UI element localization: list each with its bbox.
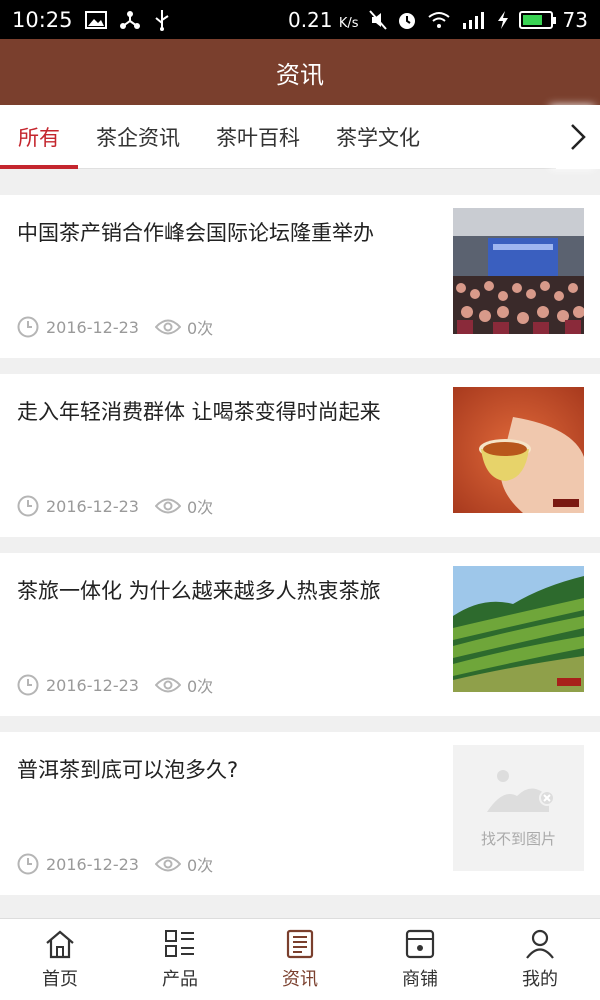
share-icon <box>119 10 140 29</box>
product-grid-icon <box>165 929 194 957</box>
tab-label: 所有 <box>18 125 60 150</box>
news-meta: 2016-12-23 0次 <box>17 852 213 876</box>
news-date: 2016-12-23 <box>46 854 139 874</box>
alarm-icon <box>398 12 415 29</box>
news-list: 中国茶产销合作峰会国际论坛隆重举办 2016-12-23 0次 走入年轻消费群体… <box>0 195 600 911</box>
news-item[interactable]: 茶旅一体化 为什么越来越多人热衷茶旅 2016-12-23 0次 <box>0 553 600 716</box>
news-meta: 2016-12-23 0次 <box>17 315 213 339</box>
nav-label: 资讯 <box>282 968 318 990</box>
wifi-icon <box>427 11 450 28</box>
eye-icon <box>154 677 181 693</box>
news-date: 2016-12-23 <box>46 675 139 695</box>
nav-label: 商铺 <box>402 968 438 990</box>
news-title: 茶旅一体化 为什么越来越多人热衷茶旅 <box>17 579 381 603</box>
tab-tea-encyclopedia[interactable]: 茶叶百科 <box>198 105 318 169</box>
clock-icon <box>17 853 39 875</box>
battery-fill <box>522 14 542 25</box>
news-item[interactable]: 中国茶产销合作峰会国际论坛隆重举办 2016-12-23 0次 <box>0 195 600 358</box>
nav-news[interactable]: 资讯 <box>240 919 360 1000</box>
news-date: 2016-12-23 <box>46 496 139 516</box>
tea-plantation-photo <box>453 566 584 692</box>
clock-icon <box>17 495 39 517</box>
chevron-right-icon <box>571 124 586 150</box>
clock-icon <box>17 316 39 338</box>
missing-image-text: 找不到图片 <box>480 829 556 848</box>
conference-photo <box>453 208 584 334</box>
nav-products[interactable]: 产品 <box>120 919 240 1000</box>
nav-shops[interactable]: 商铺 <box>360 919 480 1000</box>
nav-mine[interactable]: 我的 <box>480 919 600 1000</box>
usb-icon <box>154 9 169 31</box>
news-thumbnail <box>453 566 584 692</box>
battery-percent: 73 <box>562 7 588 32</box>
home-icon <box>46 930 74 958</box>
news-thumbnail <box>453 208 584 334</box>
status-right: 0.21 K/s 73 <box>288 8 588 32</box>
tab-company-news[interactable]: 茶企资讯 <box>78 105 198 169</box>
shop-icon <box>405 929 435 958</box>
eye-icon <box>154 319 181 335</box>
nav-label: 首页 <box>42 968 78 990</box>
page-header: 资讯 <box>0 39 600 105</box>
charging-icon <box>497 10 508 29</box>
broken-image-icon <box>486 769 555 812</box>
news-item[interactable]: 走入年轻消费群体 让喝茶变得时尚起来 2016-12-23 0次 <box>0 374 600 537</box>
news-meta: 2016-12-23 0次 <box>17 494 213 518</box>
tabs-more-button[interactable] <box>556 105 600 169</box>
battery-indicator <box>518 10 556 29</box>
eye-icon <box>154 498 181 514</box>
news-title: 走入年轻消费群体 让喝茶变得时尚起来 <box>17 400 381 424</box>
tab-label: 茶叶百科 <box>216 125 300 150</box>
news-meta: 2016-12-23 0次 <box>17 673 213 697</box>
nav-home[interactable]: 首页 <box>0 919 120 1000</box>
mute-icon <box>368 9 387 30</box>
news-title: 中国茶产销合作峰会国际论坛隆重举办 <box>17 221 374 245</box>
status-left-icons <box>84 9 171 31</box>
category-tabs: 所有 茶企资讯 茶叶百科 茶学文化 <box>0 105 600 169</box>
news-views: 0次 <box>186 677 214 696</box>
status-bar: 10:25 0.21 K/s 73 <box>0 0 600 39</box>
news-thumbnail-missing: 找不到图片 <box>453 745 584 871</box>
status-time: 10:25 <box>12 7 73 32</box>
network-speed: 0.21 K/s <box>287 7 359 32</box>
eye-icon <box>154 856 181 872</box>
tea-cup-photo <box>453 387 584 513</box>
news-title: 普洱茶到底可以泡多久? <box>17 758 239 782</box>
user-icon <box>526 929 554 959</box>
tab-label: 茶学文化 <box>336 125 420 150</box>
network-speed-unit: K/s <box>338 15 359 31</box>
news-views: 0次 <box>186 856 214 875</box>
signal-icon <box>462 11 484 29</box>
news-date: 2016-12-23 <box>46 317 139 337</box>
news-icon <box>286 929 314 958</box>
tab-label: 茶企资讯 <box>96 125 180 150</box>
bottom-nav: 首页 产品 资讯 商铺 我的 <box>0 918 600 1000</box>
news-item[interactable]: 普洱茶到底可以泡多久? 2016-12-23 0次 找不到图片 <box>0 732 600 895</box>
nav-label: 产品 <box>162 968 198 990</box>
news-views: 0次 <box>186 498 214 517</box>
news-thumbnail <box>453 387 584 513</box>
news-views: 0次 <box>186 319 214 338</box>
tab-tea-culture[interactable]: 茶学文化 <box>318 105 438 169</box>
nav-label: 我的 <box>522 968 558 990</box>
image-icon <box>84 10 107 29</box>
page-title: 资讯 <box>276 60 324 89</box>
tab-all[interactable]: 所有 <box>0 105 78 169</box>
clock-icon <box>17 674 39 696</box>
